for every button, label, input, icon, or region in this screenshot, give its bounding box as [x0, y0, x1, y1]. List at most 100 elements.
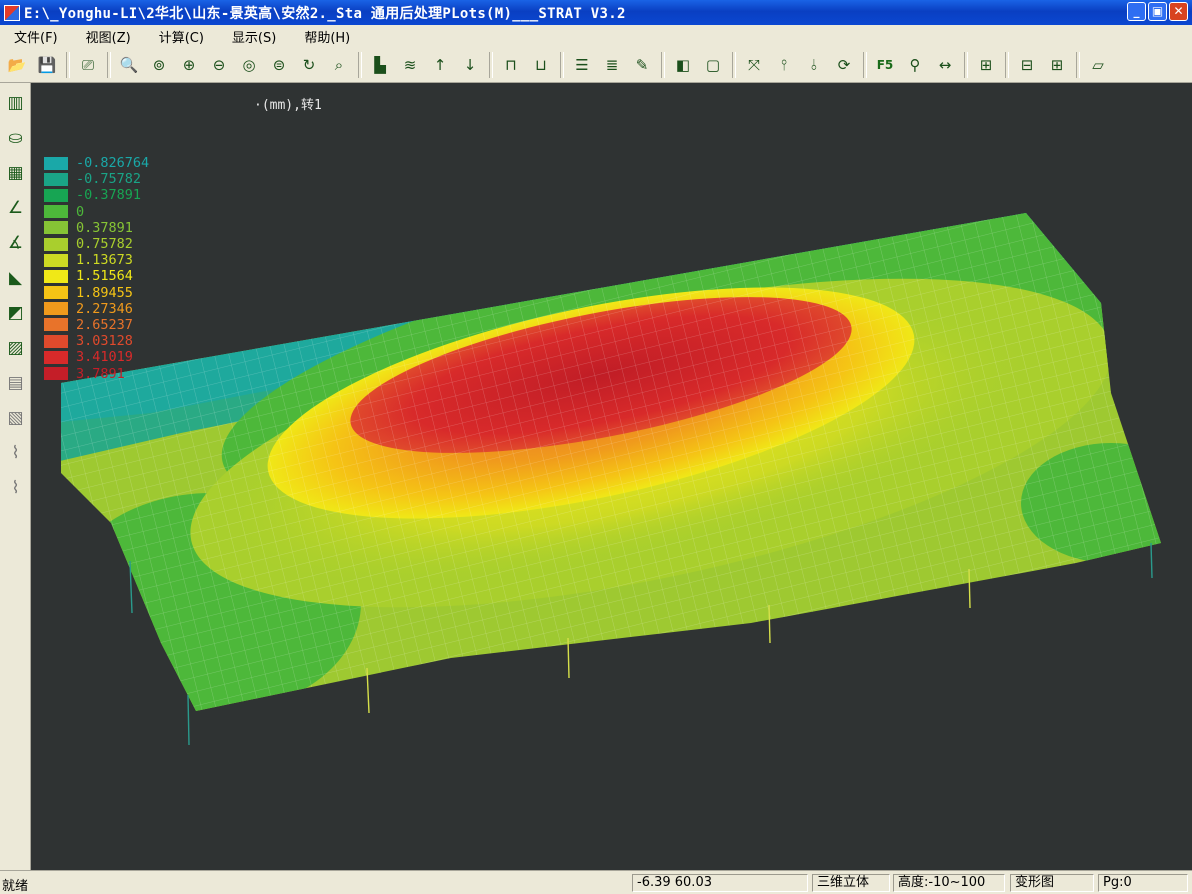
toolbar: 📂 💾 ⎚ 🔍 ⊚ ⊕ ⊖ ◎ ⊜ ↻ ⌕ ▙ ≋ ↑ ↓ ⊓ ⊔ ☰ ≣ ✎ ◧ ▢ ⤧ ⫯ ⫰ ⟳ F5 ⚲ ↔ ⊞ ⊟ ⊞ ▱ [0, 47, 1192, 83]
zoom-realtime-icon[interactable]: ⌕ [326, 52, 352, 78]
app-icon[interactable] [4, 4, 20, 21]
status-page: Pg:0 [1098, 874, 1188, 892]
legend-value: 1.89455 [76, 284, 133, 301]
column-icon[interactable]: ⊓ [498, 52, 524, 78]
box-wire-icon[interactable]: ▢ [700, 52, 726, 78]
zoom-all-icon[interactable]: ⊚ [146, 52, 172, 78]
cylinder-icon[interactable]: ⛀ [2, 123, 29, 153]
toolbar-separator [863, 51, 867, 78]
f5-icon[interactable]: F5 [872, 52, 898, 78]
legend-value: 0.37891 [76, 219, 133, 236]
window-title: E:\_Yonghu-LI\2华北\山东-景英高\安然2._Sta 通用后处理P… [24, 5, 626, 22]
zoom-in-icon[interactable]: ⊕ [176, 52, 202, 78]
legend-value: 0.75782 [76, 236, 133, 253]
zoom-window-icon[interactable]: 🔍 [116, 52, 142, 78]
arrow-up-icon[interactable]: ↑ [427, 52, 453, 78]
layers-icon[interactable]: ≋ [397, 52, 423, 78]
toolbar-separator [732, 51, 736, 78]
deformation-plot[interactable] [31, 83, 1192, 870]
legend-value: 3.41019 [76, 349, 133, 366]
status-bar: 就绪 -6.39 60.03 三维立体 高度:-10~100 变形图 Pg:0 [0, 870, 1192, 894]
legend-swatch [44, 156, 68, 170]
grid-frame-icon[interactable]: ▦ [2, 158, 29, 188]
legend-entry: -0.75782 [44, 171, 149, 187]
legend-entry: 0.37891 [44, 220, 149, 236]
legend-swatch [44, 188, 68, 202]
table-red-icon[interactable]: ⊟ [1014, 52, 1040, 78]
legend-value: -0.75782 [76, 171, 142, 188]
zoom-previous-icon[interactable]: ◎ [236, 52, 262, 78]
grid-ruler-icon[interactable]: ⊞ [973, 52, 999, 78]
legend-swatch [44, 302, 68, 316]
legend-swatch [44, 318, 68, 332]
print-preview-icon[interactable]: ⎚ [75, 52, 101, 78]
status-ready: 就绪 [2, 879, 29, 894]
floor-layers-icon[interactable]: ≣ [599, 52, 625, 78]
menu-calculate[interactable]: 计算(C) [145, 27, 218, 46]
menu-display[interactable]: 显示(S) [218, 27, 290, 46]
legend-entry: 2.65237 [44, 317, 149, 333]
spring-double-icon[interactable]: ⌇ [2, 473, 29, 503]
building-view-icon[interactable]: ▙ [367, 52, 393, 78]
legend-value: -0.37891 [76, 187, 142, 204]
table-grid-icon[interactable]: ▤ [2, 368, 29, 398]
axis-icon[interactable]: ⤧ [741, 52, 767, 78]
angle-icon[interactable]: ∠ [2, 193, 29, 223]
toolbar-separator [1076, 51, 1080, 78]
legend-entry: 0.75782 [44, 236, 149, 252]
slab-outline-icon[interactable]: ▧ [2, 403, 29, 433]
left-toolbar: ▥ ⛀ ▦ ∠ ∡ ◣ ◩ ▨ ▤ ▧ ⌇ ⌇ [0, 83, 31, 870]
refresh-icon[interactable]: ⟳ [831, 52, 857, 78]
window-controls: _ ▣ ✕ [1127, 2, 1188, 21]
close-button[interactable]: ✕ [1169, 2, 1188, 21]
status-coords: -6.39 60.03 [632, 874, 808, 892]
zoom-out-icon[interactable]: ⊖ [206, 52, 232, 78]
status-view-mode: 三维立体 [812, 874, 890, 892]
slab-grid-icon[interactable]: ▨ [2, 333, 29, 363]
zoom-dynamic-icon[interactable]: ⊜ [266, 52, 292, 78]
wall-icon[interactable]: ⊔ [528, 52, 554, 78]
rotate-icon[interactable]: ↻ [296, 52, 322, 78]
view-canvas[interactable]: ·(mm),转1 -0.826764 -0.75782 -0.37891 0 0.378… [31, 83, 1192, 870]
legend-entry: 3.41019 [44, 349, 149, 365]
minimize-button[interactable]: _ [1127, 2, 1146, 21]
unit-label: ·(mm),转1 [254, 98, 322, 113]
triangle-icon[interactable]: ◣ [2, 263, 29, 293]
spring-icon[interactable]: ⌇ [2, 438, 29, 468]
legend-swatch [44, 269, 68, 283]
floor-edit-icon[interactable]: ✎ [629, 52, 655, 78]
slab-icon[interactable]: ▱ [1085, 52, 1111, 78]
legend-entry: -0.37891 [44, 187, 149, 203]
box-solid-icon[interactable]: ◧ [670, 52, 696, 78]
menu-view[interactable]: 视图(Z) [72, 27, 145, 46]
table-icon[interactable]: ⊞ [1044, 52, 1070, 78]
legend-value: -0.826764 [76, 155, 150, 172]
toolbar-separator [358, 51, 362, 78]
open-folder-icon[interactable]: 📂 [4, 52, 30, 78]
legend-entry: 3.03128 [44, 333, 149, 349]
menu-file[interactable]: 文件(F) [0, 27, 72, 46]
menu-bar: 文件(F) 视图(Z) 计算(C) 显示(S) 帮助(H) [0, 25, 1192, 47]
toolbar-separator [66, 51, 70, 78]
floor-stack-icon[interactable]: ☰ [569, 52, 595, 78]
triangle-split-icon[interactable]: ◩ [2, 298, 29, 328]
legend-swatch [44, 205, 68, 219]
dimension-icon[interactable]: ↔ [932, 52, 958, 78]
save-icon[interactable]: 💾 [34, 52, 60, 78]
magnify-icon[interactable]: ⚲ [902, 52, 928, 78]
support-icon[interactable]: ⫯ [771, 52, 797, 78]
building-icon[interactable]: ▥ [2, 88, 29, 118]
menu-help[interactable]: 帮助(H) [290, 27, 364, 46]
legend-swatch [44, 286, 68, 300]
support-spring-icon[interactable]: ⫰ [801, 52, 827, 78]
arrow-down-icon[interactable]: ↓ [457, 52, 483, 78]
legend-value: 3.03128 [76, 333, 133, 350]
legend-swatch [44, 367, 68, 381]
contour-legend: -0.826764 -0.75782 -0.37891 0 0.37891 0.75782… [44, 155, 149, 382]
legend-entry: 1.51564 [44, 268, 149, 284]
maximize-button[interactable]: ▣ [1148, 2, 1167, 21]
title-bar: E:\_Yonghu-LI\2华北\山东-景英高\安然2._Sta 通用后处理P… [0, 0, 1192, 25]
legend-entry: 1.89455 [44, 285, 149, 301]
angle-multi-icon[interactable]: ∡ [2, 228, 29, 258]
legend-value: 1.51564 [76, 268, 133, 285]
